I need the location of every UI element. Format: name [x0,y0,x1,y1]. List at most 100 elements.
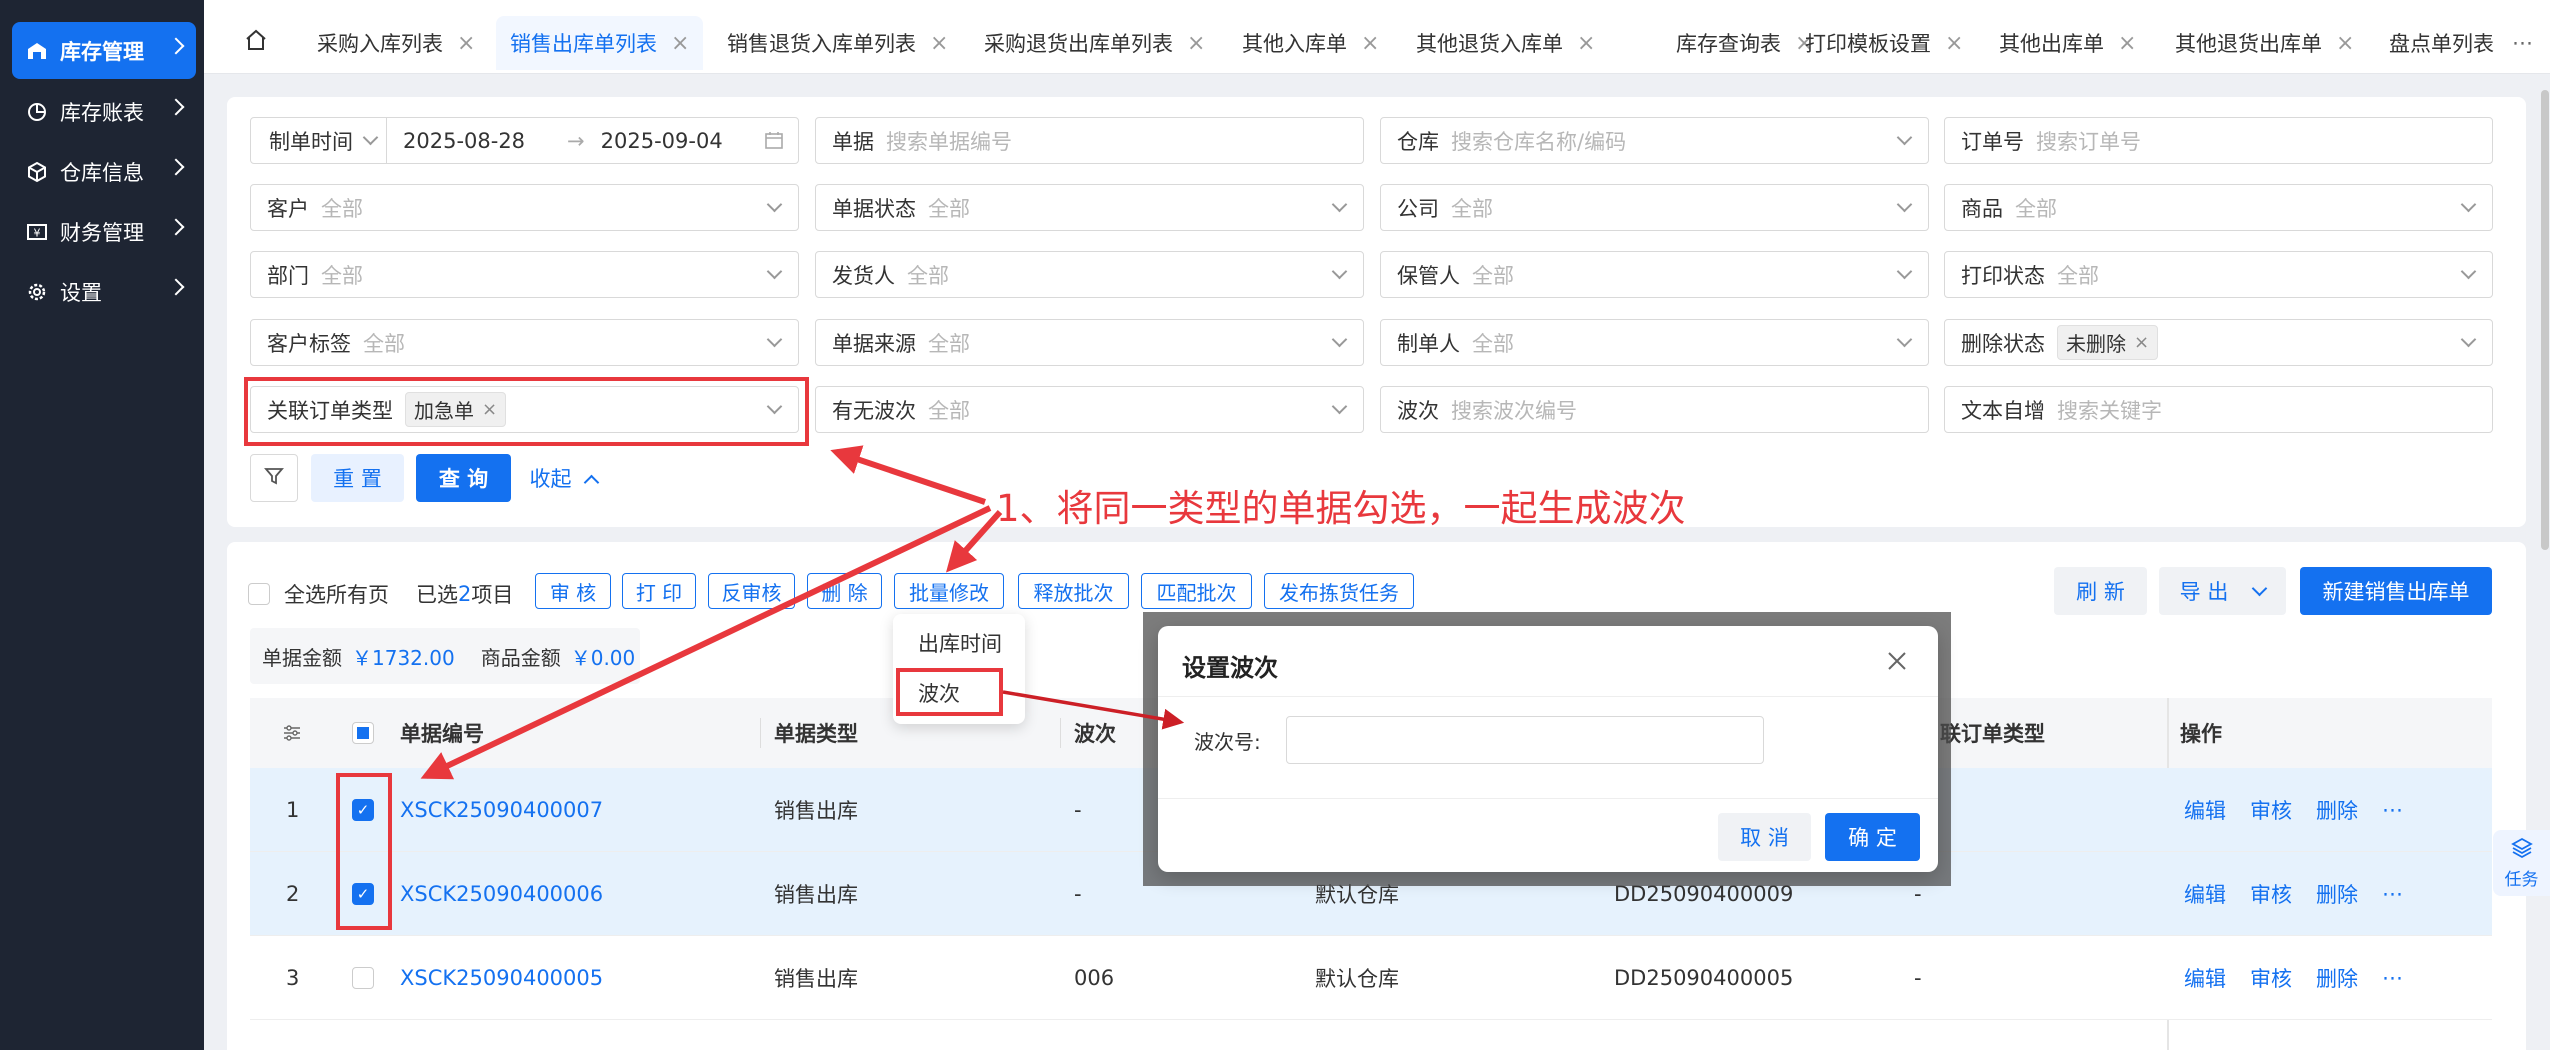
more-icon[interactable]: ⋯ [2382,882,2403,906]
approve-link[interactable]: 审核 [2250,795,2292,825]
company-select[interactable]: 公司 全部 [1380,184,1929,231]
tab-print-template[interactable]: 打印模板设置 × [1805,16,1963,70]
row-checkbox[interactable]: ✓ [352,852,374,936]
checkbox[interactable] [248,583,270,605]
approve-link[interactable]: 审核 [2250,879,2292,909]
delete-status-select[interactable]: 删除状态 未删除 × [1944,319,2493,366]
print-button[interactable]: 打 印 [622,573,696,609]
doc-no-link[interactable]: XSCK25090400005 [400,936,603,1020]
new-sales-out-button[interactable]: 新建销售出库单 [2300,567,2492,615]
delete-link[interactable]: 删除 [2316,963,2358,993]
task-float-button[interactable]: 任务 [2493,830,2550,896]
query-button[interactable]: 查 询 [416,454,511,502]
edit-link[interactable]: 编辑 [2184,963,2226,993]
sidebar-item-finance[interactable]: ¥ 财务管理 [12,203,196,260]
reset-button[interactable]: 重 置 [311,454,404,502]
unapprove-button[interactable]: 反审核 [708,573,795,609]
approve-link[interactable]: 审核 [2250,963,2292,993]
approve-button[interactable]: 审 核 [535,573,611,609]
has-batch-select[interactable]: 有无波次 全部 [815,386,1364,433]
close-icon[interactable]: × [2134,332,2149,353]
goods-select[interactable]: 商品 全部 [1944,184,2493,231]
sidebar-item-inventory-report[interactable]: 库存账表 [12,83,196,140]
tab-sales-return-in[interactable]: 销售退货入库单列表 × [727,16,948,70]
customer-select[interactable]: 客户 全部 [250,184,799,231]
home-icon[interactable] [244,28,268,57]
tab-purchase-return-out[interactable]: 采购退货出库单列表 × [984,16,1205,70]
tab-stock-query[interactable]: 库存查询表 × [1676,16,1813,70]
order-no-input[interactable]: 订单号 搜索订单号 [1944,117,2493,164]
dept-select[interactable]: 部门 全部 [250,251,799,298]
tab-more-button[interactable]: ⋯ [2512,16,2533,70]
tab-other-in[interactable]: 其他入库单 × [1242,16,1379,70]
close-icon[interactable]: × [1361,31,1379,56]
sidebar-item-inventory[interactable]: 库存管理 [12,22,196,79]
doc-status-select[interactable]: 单据状态 全部 [815,184,1364,231]
warehouse-select[interactable]: 仓库 搜索仓库名称/编码 [1380,117,1929,164]
table-row[interactable]: 3 XSCK25090400005 销售出库 006 默认仓库 DD250904… [250,936,2492,1020]
ok-button[interactable]: 确 定 [1825,813,1920,861]
row-checkbox[interactable] [352,936,374,1020]
date-type-select[interactable]: 制单时间 [251,118,387,163]
close-icon[interactable]: × [482,399,497,420]
close-icon[interactable]: × [457,31,475,56]
sidebar-item-warehouse-info[interactable]: 仓库信息 [12,143,196,200]
close-icon[interactable]: × [1577,31,1595,56]
date-range-field[interactable]: 制单时间 2025-08-28 → 2025-09-04 [250,117,799,164]
more-icon[interactable]: ⋯ [2382,798,2403,822]
tab-other-return-out[interactable]: 其他退货出库单 × [2175,16,2354,70]
doc-search-input[interactable]: 单据 搜索单据编号 [815,117,1364,164]
close-icon[interactable]: × [2336,31,2354,56]
close-icon[interactable]: × [930,31,948,56]
calendar-icon[interactable] [764,130,784,155]
close-icon[interactable] [1886,650,1908,677]
delete-button[interactable]: 删 除 [807,573,882,609]
doc-source-select[interactable]: 单据来源 全部 [815,319,1364,366]
date-end[interactable]: 2025-09-04 [601,129,723,153]
batch-modify-button[interactable]: 批量修改 [894,573,1004,609]
dropdown-item-batch[interactable]: 波次 [918,678,960,708]
batch-search-input[interactable]: 波次 搜索波次编号 [1380,386,1929,433]
release-batch-button[interactable]: 释放批次 [1018,573,1129,609]
batch-no-input[interactable] [1286,716,1764,764]
tab-purchase-in[interactable]: 采购入库列表 × [317,16,475,70]
close-icon[interactable]: × [2118,31,2136,56]
sidebar-item-settings[interactable]: 设置 [12,263,196,320]
print-status-select[interactable]: 打印状态 全部 [1944,251,2493,298]
row-checkbox[interactable]: ✓ [352,768,374,852]
cancel-button[interactable]: 取 消 [1718,813,1811,861]
col-header-order-type[interactable]: 联订单类型 [1940,698,2045,768]
doc-no-link[interactable]: XSCK25090400006 [400,852,603,936]
dropdown-item-out-time[interactable]: 出库时间 [918,628,1002,658]
customer-tag-select[interactable]: 客户标签 全部 [250,319,799,366]
column-settings-icon[interactable] [282,723,302,748]
close-icon[interactable]: × [1187,31,1205,56]
edit-link[interactable]: 编辑 [2184,879,2226,909]
order-type-select[interactable]: 关联订单类型 加急单 × [250,386,799,433]
delete-link[interactable]: 删除 [2316,795,2358,825]
date-start[interactable]: 2025-08-28 [403,129,525,153]
header-checkbox[interactable] [352,722,374,744]
col-header-batch[interactable]: 波次 [1074,698,1116,768]
tab-other-return-in[interactable]: 其他退货入库单 × [1416,16,1595,70]
more-icon[interactable]: ⋯ [2382,966,2403,990]
edit-link[interactable]: 编辑 [2184,795,2226,825]
shipper-select[interactable]: 发货人 全部 [815,251,1364,298]
col-header-doc-type[interactable]: 单据类型 [774,698,858,768]
export-button[interactable]: 导 出 [2159,567,2286,615]
select-all-checkbox[interactable]: 全选所有页 [248,579,389,609]
creator-select[interactable]: 制单人 全部 [1380,319,1929,366]
close-icon[interactable]: × [1945,31,1963,56]
text-search-input[interactable]: 文本自增 搜索关键字 [1944,386,2493,433]
doc-no-link[interactable]: XSCK25090400007 [400,768,603,852]
tab-other-out[interactable]: 其他出库单 × [1999,16,2136,70]
keeper-select[interactable]: 保管人 全部 [1380,251,1929,298]
col-header-doc-no[interactable]: 单据编号 [400,698,484,768]
tab-stocktake[interactable]: 盘点单列表 [2389,16,2494,70]
scrollbar[interactable] [2541,90,2549,550]
refresh-button[interactable]: 刷 新 [2054,567,2147,615]
match-batch-button[interactable]: 匹配批次 [1141,573,1252,609]
filter-settings-button[interactable] [250,454,298,502]
close-icon[interactable]: × [671,31,689,56]
publish-pick-task-button[interactable]: 发布拣货任务 [1264,573,1414,609]
